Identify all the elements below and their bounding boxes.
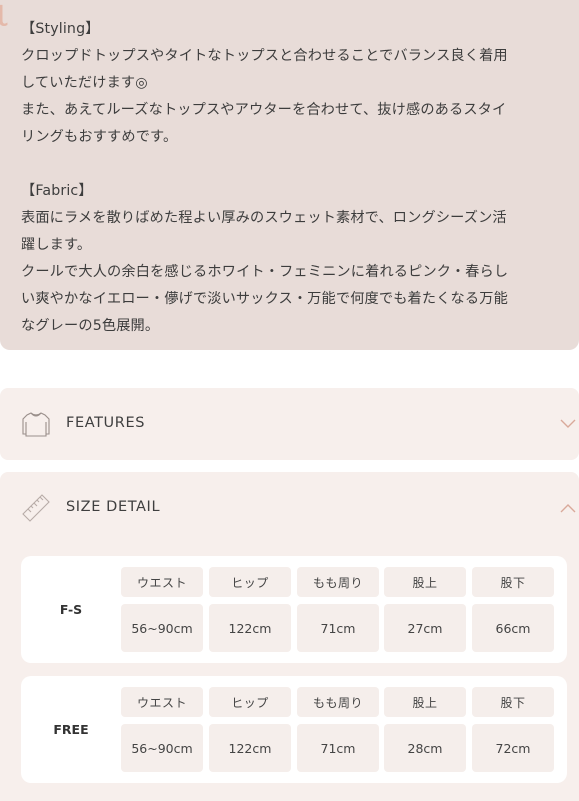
size-label: F-S — [59, 602, 83, 617]
sweatshirt-icon — [22, 412, 50, 437]
styling-line: クロップドトップスやタイトなトップスと合わせることでバランス良く着用 — [21, 48, 508, 64]
fabric-line: 表面にラメを散りばめた程よい厚みのスウェット素材で、ロングシーズン活 — [21, 210, 507, 226]
size-card-f-s: F-S ウエスト ヒップ もも周り 股上 股下 56~90cm 122cm 71… — [21, 556, 567, 663]
size-value-waist: 56~90cm — [121, 604, 203, 652]
fabric-heading: 【Fabric】 — [21, 183, 93, 199]
fabric-line: クールで大人の余白を感じるホワイト・フェミニンに着れるピンク・春らし — [21, 264, 509, 280]
size-detail-accordion: SIZE DETAIL F-S ウエスト ヒップ もも周り 股上 股下 56~9… — [0, 472, 579, 801]
column-header-rise: 股上 — [384, 687, 466, 717]
fabric-line: 躍します。 — [21, 237, 92, 253]
size-value-inseam: 72cm — [472, 724, 554, 772]
size-value-rise: 27cm — [384, 604, 466, 652]
fabric-line: なグレーの5色展開。 — [21, 318, 160, 334]
size-detail-title: SIZE DETAIL — [66, 499, 161, 515]
chevron-up-icon[interactable] — [558, 502, 578, 514]
column-header-inseam: 股下 — [472, 687, 554, 717]
size-detail-accordion-header[interactable]: SIZE DETAIL — [0, 472, 579, 544]
decorative-mark: ι — [0, 0, 10, 36]
styling-heading: 【Styling】 — [21, 21, 100, 37]
size-value-rise: 28cm — [384, 724, 466, 772]
styling-line: また、あえてルーズなトップスやアウターを合わせて、抜け感のあるスタイ — [21, 102, 507, 118]
column-header-waist: ウエスト — [121, 567, 203, 597]
ruler-icon — [22, 494, 50, 522]
features-accordion: FEATURES — [0, 388, 579, 460]
size-value-inseam: 66cm — [472, 604, 554, 652]
column-header-waist: ウエスト — [121, 687, 203, 717]
features-accordion-header[interactable]: FEATURES — [0, 388, 579, 460]
product-description-panel: ι 【Styling】 クロップドトップスやタイトなトップスと合わせることでバラ… — [0, 0, 579, 350]
features-title: FEATURES — [66, 415, 146, 431]
column-header-hip: ヒップ — [209, 567, 291, 597]
size-value-waist: 56~90cm — [121, 724, 203, 772]
column-header-inseam: 股下 — [472, 567, 554, 597]
description-text: 【Styling】 クロップドトップスやタイトなトップスと合わせることでバランス… — [21, 16, 571, 340]
size-value-hip: 122cm — [209, 724, 291, 772]
styling-line: リングもおすすめです。 — [21, 129, 178, 145]
size-label: FREE — [53, 722, 89, 737]
chevron-down-icon[interactable] — [558, 418, 578, 430]
size-value-thigh: 71cm — [297, 604, 379, 652]
size-card-free: FREE ウエスト ヒップ もも周り 股上 股下 56~90cm 122cm 7… — [21, 676, 567, 783]
column-header-hip: ヒップ — [209, 687, 291, 717]
size-value-thigh: 71cm — [297, 724, 379, 772]
styling-line: していただけます◎ — [21, 75, 148, 91]
size-value-hip: 122cm — [209, 604, 291, 652]
column-header-rise: 股上 — [384, 567, 466, 597]
column-header-thigh: もも周り — [297, 687, 379, 717]
column-header-thigh: もも周り — [297, 567, 379, 597]
fabric-line: い爽やかなイエロー・儚げで淡いサックス・万能で何度でも着たくなる万能 — [21, 291, 508, 307]
